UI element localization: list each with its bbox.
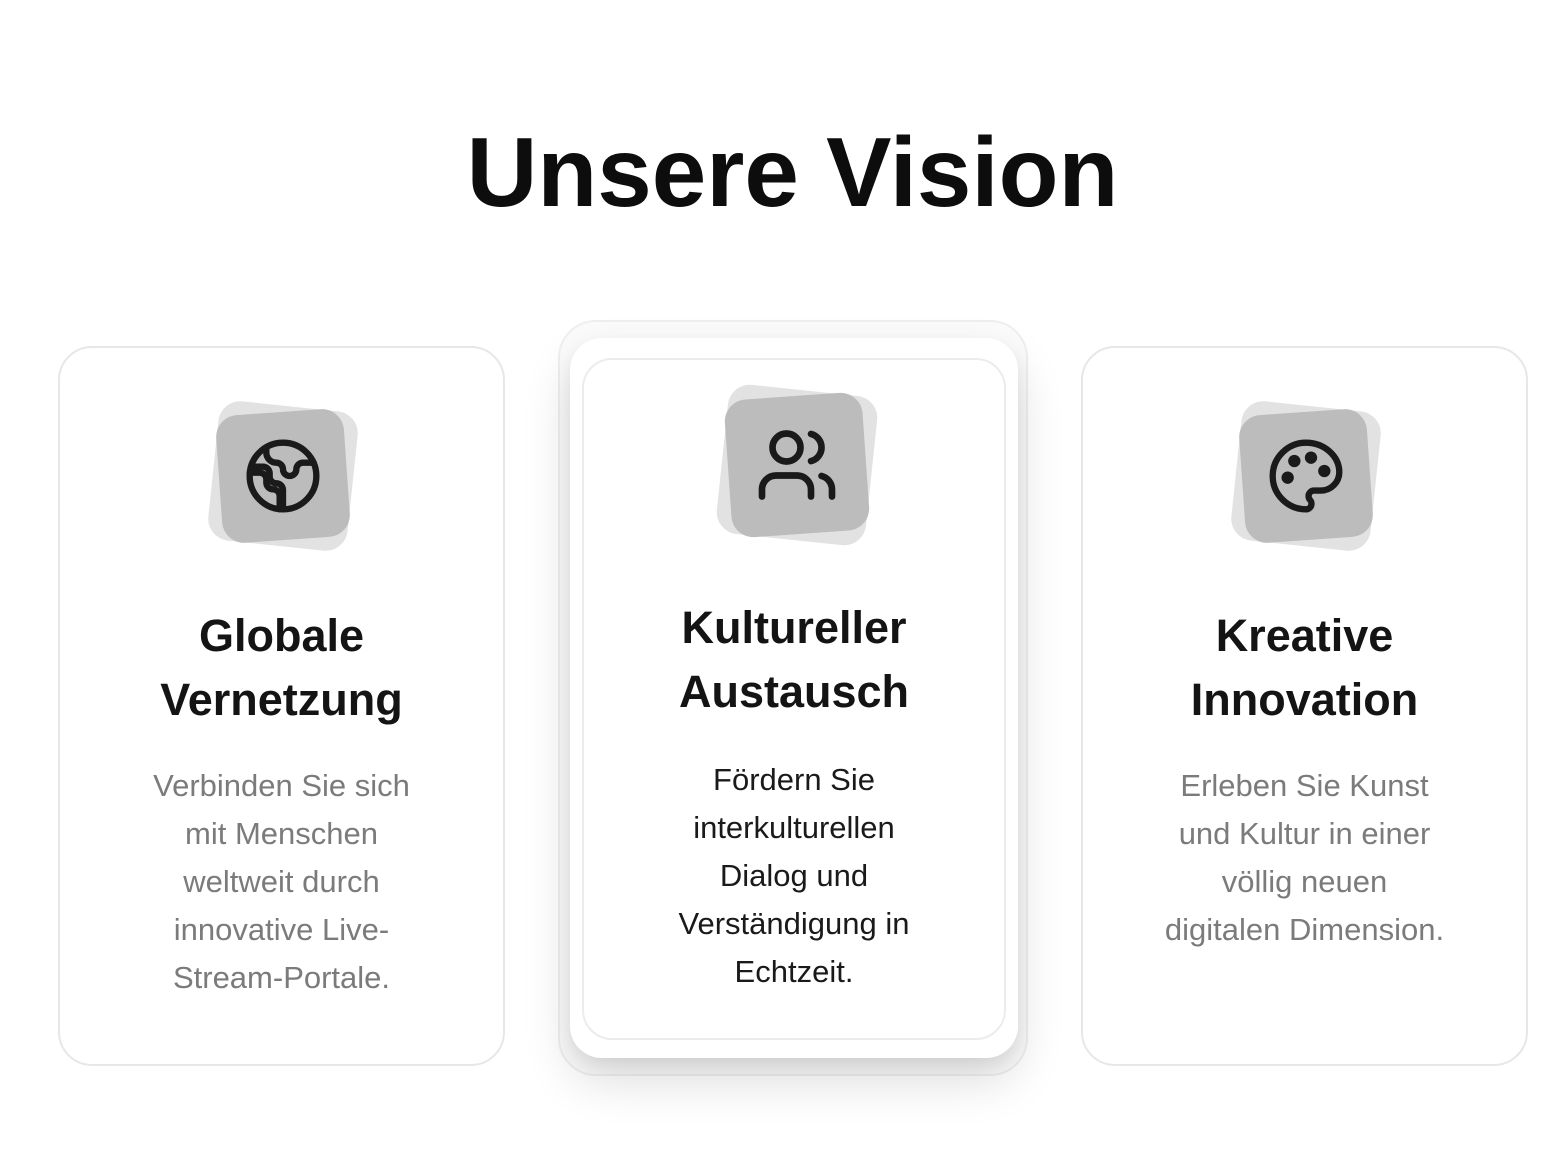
globe-icon bbox=[246, 439, 320, 513]
globe-icon-tile bbox=[206, 399, 360, 553]
users-icon bbox=[758, 430, 836, 500]
card-title-line: Kreative bbox=[1215, 610, 1394, 661]
section-title: Unsere Vision bbox=[466, 117, 1119, 227]
card-title-line: Austausch bbox=[678, 666, 910, 717]
card-text-line: Verbinden Sie sich bbox=[153, 768, 410, 803]
users-icon-tile bbox=[714, 382, 880, 548]
card-title-line: Innovation bbox=[1190, 674, 1419, 725]
card-text-line: interkulturellen bbox=[693, 810, 895, 845]
card-text-line: weltweit durch bbox=[183, 864, 380, 899]
card-creative-innovation: Kreative Innovation Erleben Sie Kunst un… bbox=[1081, 346, 1528, 1066]
card-text-line: Fördern Sie bbox=[713, 762, 875, 797]
card-cultural-exchange-frame: Kultureller Austausch Fördern Sie interk… bbox=[558, 320, 1028, 1076]
palette-icon bbox=[1269, 439, 1343, 513]
card-text-line: Verständigung in bbox=[678, 906, 910, 941]
card-cultural-exchange: Kultureller Austausch Fördern Sie interk… bbox=[582, 358, 1006, 1040]
card-text-line: Stream-Portale. bbox=[172, 960, 391, 995]
card-text-line: und Kultur in einer bbox=[1178, 816, 1431, 851]
card-title-line: Vernetzung bbox=[160, 674, 403, 725]
card-text-line: Dialog und bbox=[719, 858, 869, 893]
card-title-line: Kultureller bbox=[681, 602, 907, 653]
card-text-line: völlig neuen bbox=[1221, 864, 1388, 899]
card-text-line: innovative Live- bbox=[173, 912, 390, 947]
card-global-network: Globale Vernetzung Verbinden Sie sich mi… bbox=[58, 346, 505, 1066]
palette-icon-tile bbox=[1229, 399, 1383, 553]
card-text-line: mit Menschen bbox=[185, 816, 378, 851]
card-text-line: Echtzeit. bbox=[734, 954, 854, 989]
card-text-line: digitalen Dimension. bbox=[1164, 912, 1445, 947]
card-text-line: Erleben Sie Kunst bbox=[1180, 768, 1429, 803]
card-title-line: Globale bbox=[198, 610, 365, 661]
